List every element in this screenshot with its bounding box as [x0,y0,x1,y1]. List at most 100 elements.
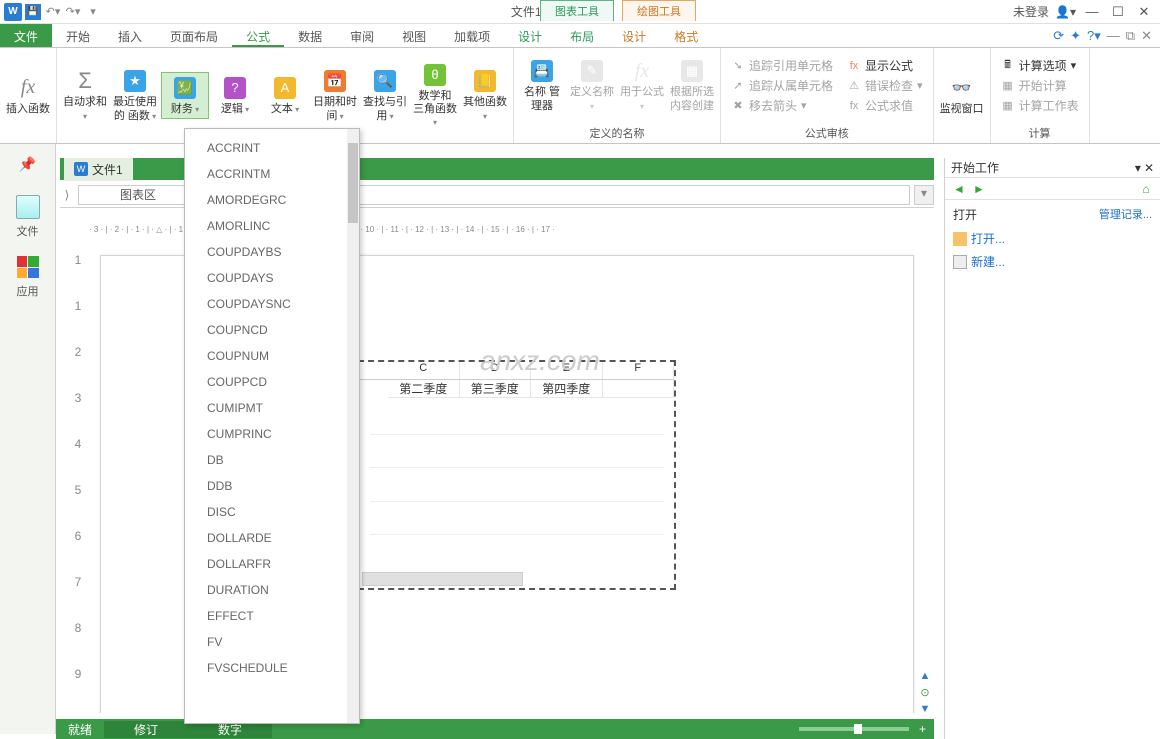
tab-review[interactable]: 审阅 [336,24,388,47]
dropdown-item[interactable]: COUPPCD [185,369,347,395]
text-button[interactable]: A文本 [261,73,309,118]
watch-window-button[interactable]: 👓监视窗口 [938,73,986,118]
dropdown-item[interactable]: COUPNUM [185,343,347,369]
task-pane-dropdown-icon[interactable]: ▾ [1135,161,1141,175]
task-pane-title: 开始工作 [951,159,999,176]
task-pane: 开始工作 ▾ ✕ ◄ ► ⌂ 打开 管理记录... 打开... 新建... [944,158,1160,739]
tab-view[interactable]: 视图 [388,24,440,47]
dropdown-item[interactable]: ACCRINTM [185,161,347,187]
task-pane-close-icon[interactable]: ✕ [1144,161,1154,175]
dropdown-item[interactable]: COUPDAYBS [185,239,347,265]
tab-data[interactable]: 数据 [284,24,336,47]
embedded-chart[interactable]: CDEF 第二季度第三季度第四季度 [358,360,676,590]
tp-back-icon[interactable]: ◄ [951,181,967,197]
close-button[interactable]: ✕ [1134,4,1154,20]
dropdown-item[interactable]: DOLLARFR [185,551,347,577]
dropdown-item[interactable]: CUMIPMT [185,395,347,421]
name-box[interactable]: 图表区 [78,185,198,205]
lookup-button[interactable]: 🔍查找与引用 [361,66,409,124]
show-formulas-button[interactable]: fx显示公式 [845,56,925,75]
finance-dropdown: ACCRINTACCRINTMAMORDEGRCAMORLINCCOUPDAYB… [184,128,360,724]
other-fn-button[interactable]: 📒其他函数 [461,66,509,124]
tab-ctx-design[interactable]: 设计 [504,24,556,47]
restore-ribbon-icon[interactable]: ⧉ [1126,28,1135,44]
context-tab-draw: 绘图工具 [622,0,696,21]
insert-function-button[interactable]: fx插入函数 [4,73,52,118]
dropdown-item[interactable]: DISC [185,499,347,525]
datetime-button[interactable]: 📅日期和时间 [311,66,359,124]
math-button[interactable]: θ数学和 三角函数 [411,60,459,132]
tab-ctx-layout[interactable]: 布局 [556,24,608,47]
tab-ctx-format[interactable]: 格式 [660,24,712,47]
status-revise[interactable]: 修订 [104,721,188,738]
tab-formula[interactable]: 公式 [232,24,284,47]
dropdown-item[interactable]: DOLLARDE [185,525,347,551]
tab-file[interactable]: 文件 [0,24,52,47]
recent-fn-button[interactable]: ★最近使用的 函数 [111,66,159,124]
document-tab[interactable]: W文件1 [64,158,133,181]
dropdown-item[interactable]: AMORLINC [185,213,347,239]
dropdown-item[interactable]: FV [185,629,347,655]
tab-addin[interactable]: 加载项 [440,24,504,47]
tp-manage-link[interactable]: 管理记录... [1099,206,1152,223]
zoom-slider[interactable] [799,727,909,731]
tp-section-title: 打开 [953,206,977,223]
tp-new-link[interactable]: 新建... [953,250,1152,273]
tp-forward-icon[interactable]: ► [971,181,987,197]
sidebar-item-apps[interactable]: 应用 [0,253,55,299]
dropdown-item[interactable]: COUPNCD [185,317,347,343]
scroll-up-icon[interactable]: ▲ [920,670,931,682]
autosum-button[interactable]: Σ自动求和 [61,66,109,124]
use-in-formula-button: fx用于公式 [618,56,666,114]
tab-start[interactable]: 开始 [52,24,104,47]
evaluate-formula-button: fx公式求值 [845,96,925,115]
formula-expand-icon[interactable]: ▾ [914,185,934,205]
close-doc-icon[interactable]: ✕ [1141,28,1152,44]
chart-h-scrollbar[interactable] [362,572,654,586]
dropdown-item[interactable]: CUMPRINC [185,421,347,447]
group-label-audit: 公式审核 [721,123,933,143]
min-ribbon-icon[interactable]: — [1107,28,1120,43]
sync-icon[interactable]: ⟳ [1053,28,1064,44]
remove-arrows-button: ✖移去箭头 ▾ [729,96,835,115]
login-status[interactable]: 未登录 [1013,3,1049,20]
maximize-button[interactable]: ☐ [1108,4,1128,20]
dropdown-item[interactable]: EFFECT [185,603,347,629]
calc-sheet-button: ▦计算工作表 [999,96,1081,115]
zoom-in-icon[interactable]: + [919,722,934,736]
dropdown-item[interactable]: COUPDAYS [185,265,347,291]
minimize-button[interactable]: — [1082,4,1102,19]
name-manager-button[interactable]: 📇名称 管理器 [518,56,566,114]
tp-open-link[interactable]: 打开... [953,227,1152,250]
finance-button[interactable]: 💹财务 [161,72,209,119]
pin-icon[interactable]: 📌 [0,156,55,173]
qat-more-icon[interactable]: ▾ [84,3,102,21]
calc-options-button[interactable]: 🖩计算选项 ▾ [999,56,1081,75]
logic-button[interactable]: ?逻辑 [211,73,259,118]
tab-ctx-design2[interactable]: 设计 [608,24,660,47]
group-label-names: 定义的名称 [514,123,720,143]
dropdown-item[interactable]: DURATION [185,577,347,603]
dropdown-item[interactable]: FVSCHEDULE [185,655,347,681]
scroll-down-icon[interactable]: ▼ [920,703,931,715]
dropdown-item[interactable]: ACCRINT [185,135,347,161]
scroll-marker-icon[interactable]: ⊙ [920,686,929,699]
save-icon[interactable]: 💾 [24,3,42,21]
redo-icon[interactable]: ↷▾ [64,3,82,21]
tp-home-icon[interactable]: ⌂ [1138,181,1154,197]
dropdown-item[interactable]: AMORDEGRC [185,187,347,213]
dropdown-item[interactable]: DB [185,447,347,473]
dropdown-item[interactable]: DDB [185,473,347,499]
user-icon[interactable]: 👤▾ [1055,5,1076,19]
tab-page-layout[interactable]: 页面布局 [156,24,232,47]
toolbox-icon[interactable]: ✦ [1070,28,1081,44]
dropdown-scrollbar[interactable] [347,129,359,723]
undo-icon[interactable]: ↶▾ [44,3,62,21]
group-label-calc: 计算 [991,123,1089,143]
error-check-button: ⚠错误检查 ▾ [845,76,925,95]
help-icon[interactable]: ?▾ [1087,28,1101,44]
pane-toggle-icon[interactable]: ⟩ [60,188,74,202]
tab-insert[interactable]: 插入 [104,24,156,47]
dropdown-item[interactable]: COUPDAYSNC [185,291,347,317]
sidebar-item-file[interactable]: 文件 [0,193,55,239]
